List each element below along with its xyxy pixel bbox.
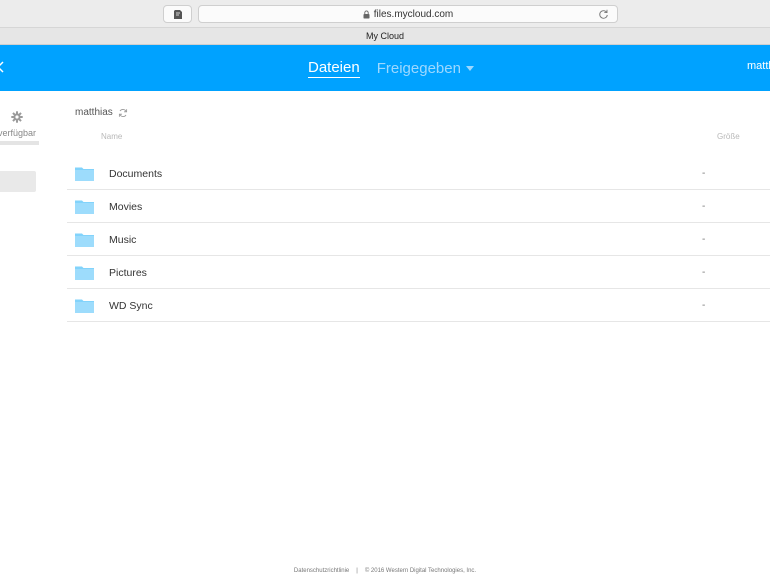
chevron-left-icon[interactable] (0, 61, 5, 73)
file-name: WD Sync (109, 300, 153, 312)
address-bar[interactable]: files.mycloud.com (198, 5, 618, 23)
browser-toolbar: files.mycloud.com (0, 0, 770, 28)
app-header: Dateien Freigegeben matth (0, 45, 770, 91)
file-row[interactable]: Movies - (67, 190, 770, 223)
evernote-extension-button[interactable] (163, 5, 192, 23)
user-menu[interactable]: matth (747, 60, 770, 72)
footer: Datenschutzrichtlinie | © 2016 Western D… (0, 568, 770, 574)
footer-separator: | (356, 568, 358, 574)
breadcrumb: matthias (75, 107, 128, 118)
file-name: Movies (109, 201, 143, 213)
folder-icon (75, 299, 94, 313)
caret-down-icon (465, 65, 474, 71)
file-row[interactable]: WD Sync - (67, 289, 770, 322)
browser-tab[interactable]: My Cloud (0, 28, 770, 45)
file-row[interactable]: Documents - (67, 157, 770, 190)
file-name: Pictures (109, 267, 147, 279)
column-header-name[interactable]: Name (101, 132, 122, 141)
file-size: - (702, 234, 706, 245)
tab-shared[interactable]: Freigegeben (377, 60, 474, 77)
tab-files[interactable]: Dateien (308, 59, 360, 78)
lock-icon (363, 10, 370, 18)
file-row[interactable]: Music - (67, 223, 770, 256)
sidebar-item-selected[interactable] (0, 171, 36, 192)
copyright-text: © 2016 Western Digital Technologies, Inc… (364, 568, 477, 574)
folder-icon (75, 266, 94, 280)
file-size: - (702, 267, 706, 278)
file-name: Documents (109, 168, 163, 180)
refresh-icon[interactable] (118, 108, 128, 118)
url-text: files.mycloud.com (373, 8, 454, 20)
storage-available-label: verfügbar (0, 128, 37, 138)
file-list: Documents - Movies - Music - Pictures - … (67, 157, 770, 322)
folder-icon (75, 233, 94, 247)
file-name: Music (109, 234, 137, 246)
file-size: - (702, 300, 706, 311)
privacy-policy-link[interactable]: Datenschutzrichtlinie (294, 568, 349, 574)
folder-icon (75, 167, 94, 181)
browser-tab-title: My Cloud (365, 31, 404, 41)
file-size: - (702, 168, 706, 179)
column-header-size[interactable]: Größe (717, 132, 740, 141)
nav-tabs: Dateien Freigegeben (308, 45, 474, 91)
reload-icon[interactable] (598, 9, 609, 20)
gear-icon[interactable] (11, 111, 23, 123)
storage-bar (0, 141, 39, 145)
file-row[interactable]: Pictures - (67, 256, 770, 289)
file-size: - (702, 201, 706, 212)
tab-shared-label: Freigegeben (376, 59, 461, 77)
breadcrumb-folder[interactable]: matthias (75, 107, 113, 118)
folder-icon (75, 200, 94, 214)
evernote-icon (173, 9, 182, 19)
